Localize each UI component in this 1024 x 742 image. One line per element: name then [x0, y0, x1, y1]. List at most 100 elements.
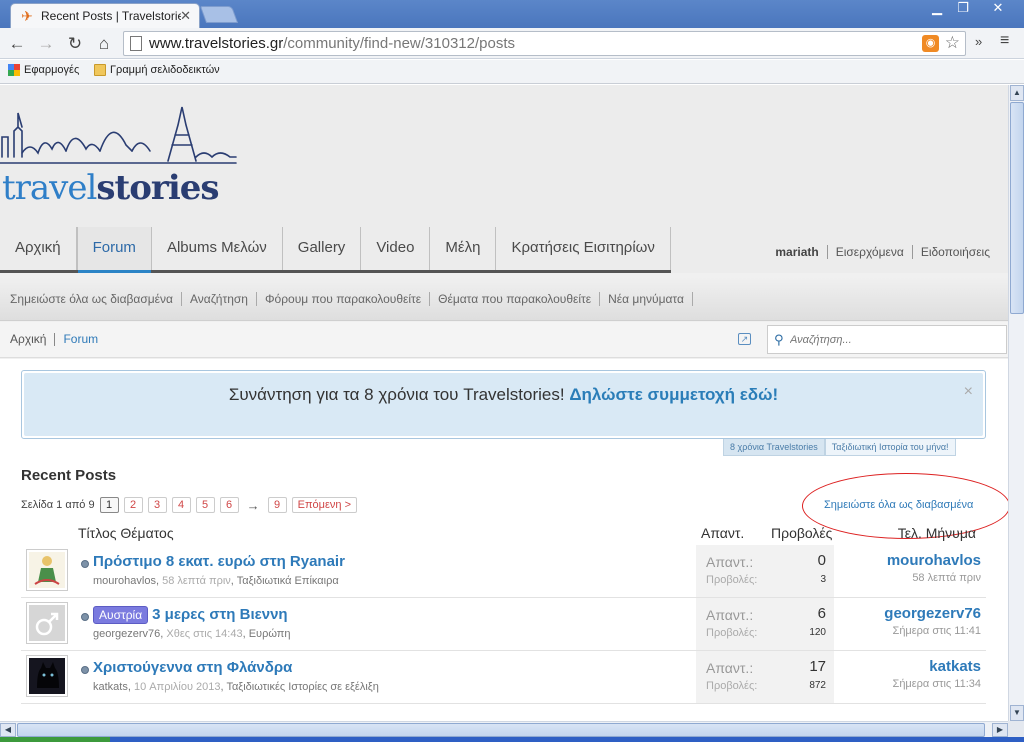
- subnav-watched-threads[interactable]: Θέματα που παρακολουθείτε: [430, 291, 601, 306]
- horizontal-scroll-thumb[interactable]: [17, 723, 985, 737]
- rss-icon[interactable]: ◉: [922, 35, 939, 52]
- page-link[interactable]: 6: [219, 497, 239, 513]
- page-link[interactable]: 5: [195, 497, 215, 513]
- last-post-time[interactable]: 58 λεπτά πριν: [887, 572, 981, 584]
- thread-stats: Απαντ.: 6 Προβολές: 120: [696, 598, 834, 650]
- thread-title[interactable]: Αυστρία 3 μερες στη Βιεννη: [93, 606, 288, 624]
- nav-video[interactable]: Video: [361, 227, 431, 270]
- notifications-link[interactable]: Ειδοποιήσεις: [911, 245, 998, 259]
- home-icon[interactable]: ⌂: [93, 33, 115, 55]
- page-link[interactable]: 4: [171, 497, 191, 513]
- search-input[interactable]: [790, 331, 1000, 349]
- bookmark-apps[interactable]: Εφαρμογές: [8, 64, 79, 76]
- col-title[interactable]: Τίτλος Θέματος: [78, 525, 174, 541]
- page-icon: [130, 36, 142, 51]
- bookmark-folder[interactable]: Γραμμή σελιδοδεικτών: [94, 64, 220, 76]
- black-cat-avatar-icon: [29, 658, 65, 694]
- subnav-mark-read[interactable]: Σημειώστε όλα ως διαβασμένα: [2, 291, 182, 306]
- thread-author[interactable]: mourohavlos: [93, 575, 156, 587]
- avatar[interactable]: [26, 602, 68, 644]
- little-prince-avatar-icon: [29, 552, 65, 588]
- last-post: mourohavlos 58 λεπτά πριν: [887, 552, 981, 584]
- avatar[interactable]: [26, 549, 68, 591]
- thread-title-text[interactable]: 3 μερες στη Βιεννη: [152, 606, 287, 623]
- col-last-post[interactable]: Τελ. Μήνυμα: [898, 525, 976, 541]
- notice-link[interactable]: Δηλώστε συμμετοχή εδώ!: [569, 385, 778, 404]
- minimize-icon[interactable]: ▁: [924, 0, 950, 18]
- nav-forum[interactable]: Forum: [76, 227, 152, 273]
- nav-albums[interactable]: Albums Μελών: [152, 227, 283, 270]
- col-replies[interactable]: Απαντ.: [701, 525, 744, 541]
- url-host: www.travelstories.gr: [149, 35, 284, 52]
- horizontal-scrollbar[interactable]: ◀ ▶: [0, 721, 1008, 737]
- last-post: katkats Σήμερα στις 11:34: [893, 658, 981, 690]
- reload-icon[interactable]: ↻: [64, 33, 86, 55]
- maximize-icon[interactable]: ❐: [950, 0, 976, 18]
- col-views[interactable]: Προβολές: [771, 525, 832, 541]
- notice-close-icon[interactable]: ×: [964, 383, 973, 401]
- back-arrow-icon[interactable]: ←: [6, 33, 28, 55]
- page-jump-arrow[interactable]: →: [247, 498, 260, 513]
- main-navigation: Αρχική Forum Albums Μελών Gallery Video …: [0, 227, 671, 273]
- last-post-user[interactable]: georgezerv76: [884, 605, 981, 622]
- window-titlebar: ✈ Recent Posts | Travelstories ✕ ▁ ❐ ✕: [0, 0, 1024, 28]
- user-name-link[interactable]: mariath: [767, 245, 826, 259]
- thread-prefix-badge[interactable]: Αυστρία: [93, 606, 149, 624]
- site-logo[interactable]: travelstories: [0, 105, 240, 215]
- breadcrumb-home[interactable]: Αρχική: [10, 333, 56, 346]
- subnav-watched-forums[interactable]: Φόρουμ που παρακολουθείτε: [257, 291, 431, 306]
- tab-close-icon[interactable]: ✕: [180, 8, 191, 24]
- views-count: 872: [809, 680, 826, 691]
- last-post-user[interactable]: mourohavlos: [887, 552, 981, 569]
- nav-tickets[interactable]: Κρατήσεις Εισιτηρίων: [496, 227, 671, 270]
- thread-forum[interactable]: Ταξιδιωτικά Επίκαιρα: [237, 575, 339, 587]
- page-link[interactable]: 3: [147, 497, 167, 513]
- thread-title[interactable]: Χριστούγεννα στη Φλάνδρα: [93, 659, 292, 676]
- thread-title-text[interactable]: Χριστούγεννα στη Φλάνδρα: [93, 659, 292, 676]
- subnav-new-posts[interactable]: Νέα μηνύματα: [600, 291, 693, 306]
- thread-forum[interactable]: Ταξιδιωτικές Ιστορίες σε εξέλιξη: [226, 681, 378, 693]
- bookmark-star-icon[interactable]: ☆: [945, 33, 960, 53]
- notice-text: Συνάντηση για τα 8 χρόνια του Travelstor…: [228, 385, 565, 404]
- notice-tab[interactable]: Ταξιδιωτική Ιστορία του μήνα!: [824, 439, 956, 456]
- subnav-search[interactable]: Αναζήτηση: [182, 291, 257, 306]
- extensions-chevron-icon[interactable]: »: [975, 34, 982, 49]
- scroll-up-arrow-icon[interactable]: ▲: [1010, 85, 1024, 101]
- scroll-right-arrow-icon[interactable]: ▶: [992, 723, 1008, 737]
- scroll-down-arrow-icon[interactable]: ▼: [1010, 705, 1024, 721]
- address-bar[interactable]: www.travelstories.gr/community/find-new/…: [123, 31, 966, 56]
- breadcrumb-forum[interactable]: Forum: [63, 333, 106, 346]
- nav-home[interactable]: Αρχική: [0, 227, 77, 270]
- thread-status-icon: [81, 666, 89, 674]
- browser-tab[interactable]: ✈ Recent Posts | Travelstories ✕: [10, 3, 200, 28]
- browser-menu-icon[interactable]: ≡: [1000, 32, 1009, 50]
- thread-title-text[interactable]: Πρόστιμο 8 εκατ. ευρώ στη Ryanair: [93, 553, 345, 570]
- thread-forum[interactable]: Ευρώπη: [249, 628, 291, 640]
- window-close-icon[interactable]: ✕: [976, 0, 1020, 18]
- notice-tab[interactable]: 8 χρόνια Travelstories: [723, 439, 825, 456]
- thread-author[interactable]: katkats: [93, 681, 128, 693]
- thread-author[interactable]: georgezerv76: [93, 628, 160, 640]
- page-link-current[interactable]: 1: [99, 497, 119, 513]
- forward-arrow-icon[interactable]: →: [35, 33, 57, 55]
- last-post-time[interactable]: Σήμερα στις 11:41: [884, 625, 981, 637]
- vertical-scrollbar[interactable]: ▲ ▼: [1008, 85, 1024, 721]
- thread-meta: mourohavlos, 58 λεπτά πριν, Ταξιδιωτικά …: [93, 575, 339, 587]
- logo-text-travel: travel: [2, 168, 97, 208]
- avatar[interactable]: [26, 655, 68, 697]
- breadcrumb-bar: Αρχική Forum ↗ ⚲: [0, 322, 1008, 358]
- last-post-user[interactable]: katkats: [893, 658, 981, 675]
- vertical-scroll-thumb[interactable]: [1010, 102, 1024, 314]
- jump-to-icon[interactable]: ↗: [738, 333, 751, 345]
- last-post-time[interactable]: Σήμερα στις 11:34: [893, 678, 981, 690]
- page-link-last[interactable]: 9: [267, 497, 287, 513]
- nav-gallery[interactable]: Gallery: [283, 227, 362, 270]
- thread-title[interactable]: Πρόστιμο 8 εκατ. ευρώ στη Ryanair: [93, 553, 345, 570]
- next-page-link[interactable]: Επόμενη >: [291, 497, 357, 513]
- inbox-link[interactable]: Εισερχόμενα: [826, 245, 912, 259]
- last-post: georgezerv76 Σήμερα στις 11:41: [884, 605, 981, 637]
- nav-members[interactable]: Μέλη: [430, 227, 497, 270]
- scroll-left-arrow-icon[interactable]: ◀: [0, 723, 16, 737]
- page-link[interactable]: 2: [123, 497, 143, 513]
- new-tab-button[interactable]: [199, 6, 239, 23]
